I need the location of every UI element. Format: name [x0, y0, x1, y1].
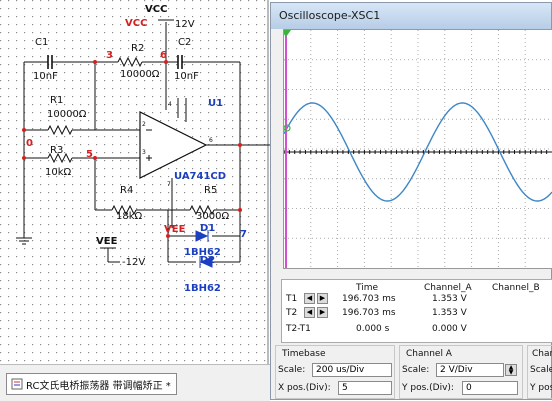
node-5-label: 5: [86, 149, 93, 160]
channel-b-ypos-label: Y pos.: [530, 383, 552, 393]
readout-row-label: T2: [286, 308, 298, 318]
timebase-scale-label: Scale:: [278, 365, 306, 375]
c1-value: 10nF: [33, 71, 58, 82]
oscilloscope-plot: [284, 30, 552, 268]
t2-right-arrow-button[interactable]: ▶: [317, 307, 328, 318]
u1-label: U1: [208, 98, 224, 109]
opamp-part-label: UA741CD: [174, 171, 227, 182]
d2-part-label: 1BH62: [184, 283, 221, 294]
vee-net-label: VEE: [164, 224, 186, 235]
readout-header-channel-b: Channel_B: [492, 283, 540, 293]
oscilloscope-window[interactable]: Oscilloscope-XSC1 Time Channel_A Channel…: [270, 2, 552, 400]
channel-a-ypos-field[interactable]: 0: [462, 381, 518, 395]
t2-left-arrow-button[interactable]: ◀: [304, 307, 315, 318]
r1-value: 10000Ω: [47, 109, 87, 120]
oscilloscope-screen[interactable]: [283, 29, 552, 269]
c2-value: 10nF: [174, 71, 199, 82]
readout-row-channel-a: 0.000 V: [432, 324, 467, 334]
timebase-group: Timebase Scale: 200 us/Div X pos.(Div): …: [275, 345, 395, 399]
r1-label: R1: [50, 95, 64, 106]
readout-row-channel-a: 1.353 V: [432, 308, 467, 318]
pin-mark: 3: [142, 149, 146, 156]
vcc-label: VCC: [145, 4, 168, 15]
schematic-file-icon: [11, 378, 23, 390]
vcc-net-label: VCC: [125, 18, 148, 29]
pin-mark: 6: [209, 137, 213, 144]
document-tab[interactable]: RC文氏电桥振荡器 带调幅矫正 *: [6, 373, 177, 395]
readout-row-time: 196.703 ms: [342, 294, 396, 304]
vee-voltage-label: -12V: [122, 257, 146, 268]
readout-row-label: T2-T1: [286, 324, 311, 334]
screen-grid: [284, 30, 552, 268]
t1-right-arrow-button[interactable]: ▶: [317, 293, 328, 304]
pin-mark: 7: [167, 181, 171, 188]
channel-b-title: Chan: [532, 349, 552, 359]
oscilloscope-title-bar[interactable]: Oscilloscope-XSC1: [271, 3, 551, 29]
readout-header-time: Time: [356, 283, 379, 293]
readout-row-label: T1: [286, 294, 298, 304]
oscilloscope-title: Oscilloscope-XSC1: [279, 9, 381, 22]
node-0-label: 0: [26, 138, 33, 149]
timebase-title: Timebase: [282, 349, 326, 359]
grid-background: [0, 0, 270, 364]
r4-label: R4: [120, 185, 134, 196]
pin-mark: 4: [168, 101, 172, 108]
t1-left-arrow-button[interactable]: ◀: [304, 293, 315, 304]
timebase-scale-field[interactable]: 200 us/Div: [312, 363, 392, 377]
timebase-xpos-label: X pos.(Div):: [278, 383, 331, 393]
readout-row-time: 196.703 ms: [342, 308, 396, 318]
r3-value: 10kΩ: [45, 167, 72, 178]
r3-label: R3: [50, 145, 64, 156]
node-6-label: 6: [160, 50, 167, 61]
d2-label: D2: [200, 255, 216, 266]
vcc-voltage-label: 12V: [175, 19, 195, 30]
readout-header-channel-a: Channel_A: [424, 283, 472, 293]
channel-b-group: Chan Scale: Y pos.: [527, 345, 552, 399]
pin-mark: 2: [142, 121, 146, 128]
channel-a-scale-field[interactable]: 2 V/Div: [436, 363, 504, 377]
r4-value: 18kΩ: [116, 211, 143, 222]
node-3-label: 3: [106, 50, 113, 61]
channel-a-title: Channel A: [406, 349, 452, 359]
d1-label: D1: [200, 223, 216, 234]
channel-a-scale-label: Scale:: [402, 365, 430, 375]
readout-row-channel-a: 1.353 V: [432, 294, 467, 304]
r5-value: 3000Ω: [196, 211, 230, 222]
timebase-xpos-field[interactable]: 5: [338, 381, 392, 395]
channel-a-scale-spinner[interactable]: ▲ ▼: [505, 364, 517, 376]
channel-a-group: Channel A Scale: 2 V/Div ▲ ▼ Y pos.(Div):…: [399, 345, 523, 399]
readout-row-time: 0.000 s: [356, 324, 390, 334]
document-tab-bar: RC文氏电桥振荡器 带调幅矫正 *: [0, 364, 270, 401]
node-7-label: 7: [240, 229, 247, 240]
r5-label: R5: [204, 185, 218, 196]
c1-label: C1: [35, 37, 49, 48]
r2-label: R2: [131, 43, 145, 54]
channel-b-scale-label: Scale:: [530, 365, 552, 375]
document-tab-label: RC文氏电桥振荡器 带调幅矫正 *: [26, 380, 171, 392]
cursor-readout-panel: Time Channel_A Channel_B T1 ◀ ▶ 196.703 …: [281, 279, 552, 343]
r2-value: 10000Ω: [120, 69, 160, 80]
c2-label: C2: [178, 37, 192, 48]
channel-a-ypos-label: Y pos.(Div):: [402, 383, 454, 393]
vee-label: VEE: [96, 236, 118, 247]
